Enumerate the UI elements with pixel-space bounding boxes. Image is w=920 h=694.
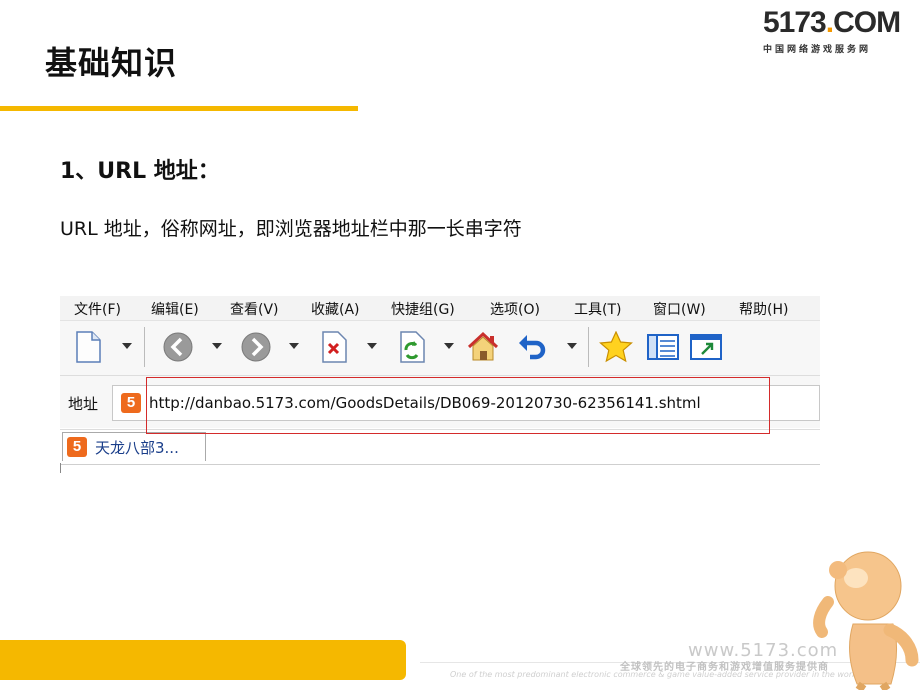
menu-bar: 文件(F) 编辑(E) 查看(V) 收藏(A) 快捷组(G) 选项(O) 工具(… (60, 296, 820, 321)
menu-view[interactable]: 查看(V) (230, 299, 279, 319)
menu-window[interactable]: 窗口(W) (653, 299, 706, 319)
title-underline (0, 106, 358, 111)
toolbar (60, 321, 820, 376)
back-icon[interactable] (160, 329, 196, 365)
footer-tagline-en: One of the most predominant electronic c… (450, 670, 860, 679)
menu-tools[interactable]: 工具(T) (574, 299, 621, 319)
list-icon[interactable] (645, 329, 681, 365)
site-favicon-icon: 5 (121, 393, 141, 413)
undo-dropdown-icon[interactable] (567, 343, 577, 349)
logo-subtitle: 中国网络游戏服务网 (763, 45, 872, 55)
tab-tianlong[interactable]: 5 天龙八部3... (62, 432, 206, 461)
brand-logo: 5173.COM 中国网络游戏服务网 (763, 8, 913, 60)
new-page-icon[interactable] (70, 329, 106, 365)
home-icon[interactable] (465, 329, 501, 365)
menu-help[interactable]: 帮助(H) (739, 299, 788, 319)
url-highlight-box (146, 377, 770, 434)
undo-icon[interactable] (514, 329, 550, 365)
forward-dropdown-icon[interactable] (289, 343, 299, 349)
menu-options[interactable]: 选项(O) (490, 299, 540, 319)
favorites-star-icon[interactable] (598, 329, 634, 365)
menu-edit[interactable]: 编辑(E) (151, 299, 199, 319)
window-icon[interactable] (688, 329, 724, 365)
section-heading: 1、URL 地址： (60, 159, 220, 184)
menu-file[interactable]: 文件(F) (74, 299, 121, 319)
stop-icon[interactable] (316, 329, 352, 365)
menu-shortcut-group[interactable]: 快捷组(G) (391, 299, 455, 319)
refresh-icon[interactable] (394, 329, 430, 365)
refresh-dropdown-icon[interactable] (444, 343, 454, 349)
tab-favicon-icon: 5 (67, 437, 87, 457)
mascot-figure-icon (808, 540, 920, 693)
new-page-dropdown-icon[interactable] (122, 343, 132, 349)
menu-favorites[interactable]: 收藏(A) (311, 299, 360, 319)
forward-icon[interactable] (238, 329, 274, 365)
tab-bar: 5 天龙八部3... (60, 429, 820, 465)
back-dropdown-icon[interactable] (212, 343, 222, 349)
footer-accent-bar (0, 640, 406, 680)
slide-title: 基础知识 (45, 44, 178, 82)
logo-wordmark: 5173.COM (763, 6, 901, 39)
address-label: 地址 (68, 395, 99, 413)
description-text: URL 地址，俗称网址，即浏览器地址栏中那一长串字符 (60, 218, 522, 240)
tab-label: 天龙八部3... (95, 439, 179, 457)
stop-dropdown-icon[interactable] (367, 343, 377, 349)
